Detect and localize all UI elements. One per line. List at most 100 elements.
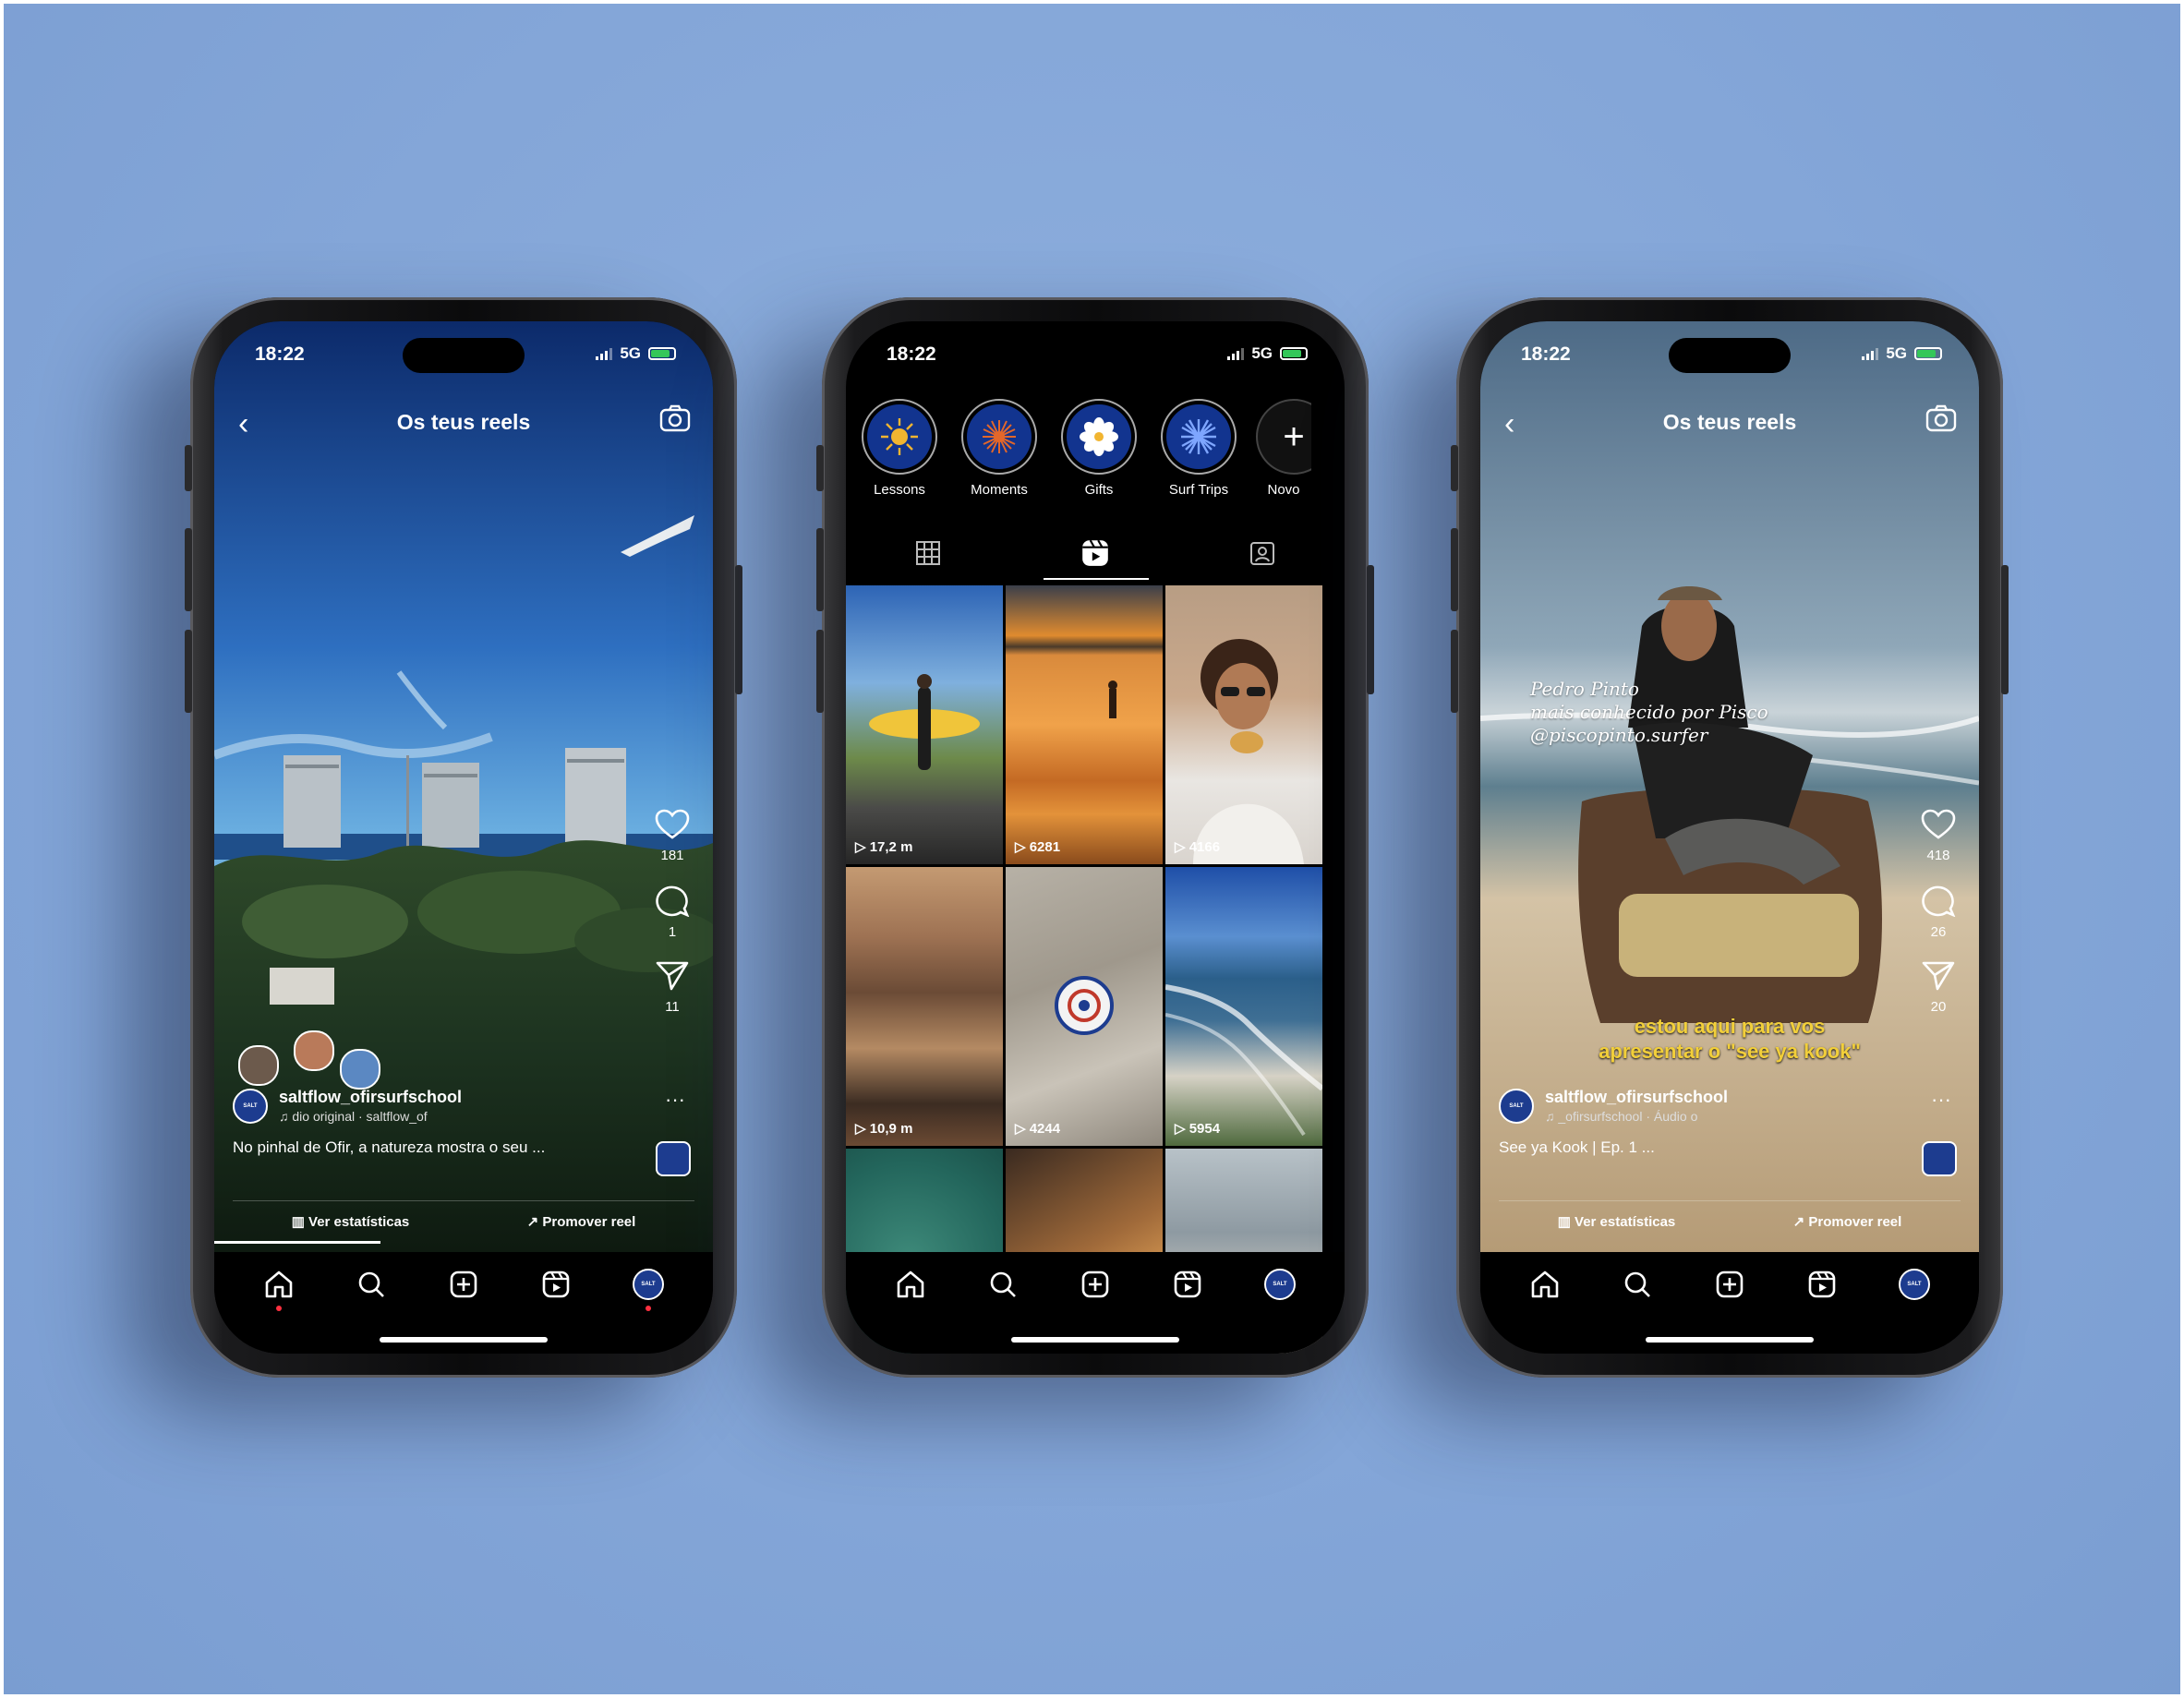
caption-text[interactable]: No pinhal de Ofir, a natureza mostra o s… <box>233 1138 694 1157</box>
likes-count: 181 <box>660 848 684 863</box>
audio-thumbnail[interactable] <box>1922 1141 1957 1176</box>
username[interactable]: saltflow_ofirsurfschool <box>1545 1088 1728 1107</box>
share-button[interactable]: 11 <box>645 960 700 1015</box>
comment-button[interactable]: 1 <box>645 884 700 940</box>
tab-tagged[interactable] <box>1249 539 1276 572</box>
collab-avatars[interactable] <box>238 1030 386 1090</box>
like-button[interactable]: 418 <box>1911 809 1966 863</box>
view-count-text: 4244 <box>1029 1121 1061 1137</box>
promote-reel-label: Promover reel <box>1808 1214 1902 1230</box>
nav-reels[interactable] <box>1801 1263 1843 1306</box>
send-icon <box>1922 961 1955 991</box>
subtitle-line: estou aqui para vos <box>1634 1015 1826 1038</box>
subtitle-line: apresentar o "see ya kook" <box>1599 1040 1861 1063</box>
view-count: ▷ 4244 <box>1015 1120 1060 1137</box>
reel-thumbnail-hands-sand[interactable]: ▷ 10,9 m <box>846 867 1003 1146</box>
audio-label[interactable]: ♫ _ofirsurfschool · Áudio o <box>1545 1109 1728 1124</box>
nav-reels[interactable] <box>535 1263 577 1306</box>
phone-screen: 18:22 5G ‹ Os teus reels Pedro Pinto mai… <box>1480 321 1979 1354</box>
bottom-nav: SALT <box>1480 1252 1979 1354</box>
nav-profile[interactable]: SALT <box>1259 1263 1301 1306</box>
more-options-icon[interactable]: ··· <box>665 1088 685 1112</box>
nav-search[interactable] <box>350 1263 392 1306</box>
profile-avatar[interactable]: SALT <box>1499 1088 1534 1124</box>
home-indicator[interactable] <box>380 1337 548 1343</box>
surfer-silhouette <box>1108 680 1117 718</box>
network-label: 5G <box>1886 344 1907 362</box>
nav-search[interactable] <box>1616 1263 1659 1306</box>
active-tab-indicator <box>1044 578 1149 580</box>
nav-profile[interactable]: SALT <box>1893 1263 1936 1306</box>
comment-button[interactable]: 26 <box>1911 884 1966 940</box>
view-count-text: 6281 <box>1029 839 1061 855</box>
send-icon <box>656 961 689 991</box>
hand-line: @piscopinto.surfer <box>1530 724 1708 746</box>
collab-avatar[interactable] <box>238 1045 279 1086</box>
view-count-text: 5954 <box>1189 1121 1221 1137</box>
share-button[interactable]: 20 <box>1911 960 1966 1015</box>
highlight-gifts[interactable]: Gifts <box>1056 399 1141 519</box>
view-count-text: 10,9 m <box>869 1121 913 1137</box>
more-options-icon[interactable]: ··· <box>1931 1088 1951 1112</box>
highlight-surf-trips[interactable]: Surf Trips <box>1156 399 1241 519</box>
highlight-label: Surf Trips <box>1168 482 1229 498</box>
phone-screen: 18:22 5G ‹ Os teus reels 181 1 11 SALT s… <box>214 321 713 1354</box>
highlight-lessons[interactable]: Lessons <box>857 399 942 519</box>
audio-thumbnail[interactable] <box>656 1141 691 1176</box>
reel-thumbnail-coastline[interactable]: ▷ 5954 <box>1165 867 1322 1146</box>
profile-avatar[interactable]: SALT <box>233 1088 268 1124</box>
home-icon <box>1531 1270 1559 1298</box>
search-icon <box>1624 1271 1650 1297</box>
home-indicator[interactable] <box>1646 1337 1814 1343</box>
video-subtitle: estou aqui para vos apresentar o "see ya… <box>1480 1014 1979 1064</box>
reel-thumbnail-logo-sand[interactable]: ▷ 4244 <box>1006 867 1163 1146</box>
profile-avatar-icon: SALT <box>1899 1269 1930 1300</box>
search-icon <box>358 1271 384 1297</box>
trend-arrow-icon: ↗ <box>526 1214 543 1230</box>
camera-icon[interactable] <box>659 404 691 437</box>
nav-create[interactable] <box>442 1263 485 1306</box>
view-stats-link[interactable]: ▥ Ver estatísticas <box>292 1213 410 1230</box>
view-count-text: 17,2 m <box>869 839 913 855</box>
username[interactable]: saltflow_ofirsurfschool <box>279 1088 462 1107</box>
tab-reels[interactable] <box>1080 537 1111 573</box>
nav-home[interactable] <box>1524 1263 1566 1306</box>
reel-thumbnail-man-eating[interactable]: ▷ 4166 <box>1165 585 1322 864</box>
nav-create[interactable] <box>1708 1263 1751 1306</box>
nav-home[interactable] <box>258 1263 300 1311</box>
hand-line: Pedro Pinto <box>1530 678 1639 700</box>
audio-label[interactable]: ♫ dio original · saltflow_of <box>279 1109 462 1124</box>
highlight-label: Gifts <box>1084 482 1114 498</box>
battery-icon <box>1280 347 1308 360</box>
status-time: 18:22 <box>255 343 305 365</box>
nav-search[interactable] <box>982 1263 1024 1306</box>
promote-reel-link[interactable]: ↗ Promover reel <box>1793 1213 1902 1230</box>
video-progress[interactable] <box>214 1241 380 1244</box>
notification-dot <box>276 1306 282 1311</box>
comments-count: 1 <box>668 924 677 940</box>
nav-create[interactable] <box>1074 1263 1116 1306</box>
tab-posts[interactable] <box>914 539 942 572</box>
collab-avatar[interactable] <box>294 1030 334 1071</box>
dynamic-island <box>1669 338 1791 373</box>
nav-home[interactable] <box>889 1263 932 1306</box>
reel-thumbnail-surfer-board[interactable]: ▷ 17,2 m <box>846 585 1003 864</box>
like-button[interactable]: 181 <box>645 809 700 863</box>
reel-thumbnail-sunset-surf[interactable]: ▷ 6281 <box>1006 585 1163 864</box>
view-stats-link[interactable]: ▥ Ver estatísticas <box>1558 1213 1676 1230</box>
highlight-label: Lessons <box>874 482 925 498</box>
highlight-new[interactable]: + Novo <box>1256 399 1311 519</box>
reels-icon <box>1808 1270 1836 1298</box>
highlight-moments[interactable]: Moments <box>957 399 1042 519</box>
nav-reels[interactable] <box>1166 1263 1209 1306</box>
promote-reel-link[interactable]: ↗ Promover reel <box>527 1213 636 1230</box>
caption-text[interactable]: See ya Kook | Ep. 1 ... <box>1499 1138 1961 1157</box>
nav-profile[interactable]: SALT <box>627 1263 670 1311</box>
school-logo <box>1055 976 1114 1035</box>
likes-count: 418 <box>1926 848 1950 863</box>
flower-icon <box>1080 417 1118 456</box>
camera-icon[interactable] <box>1925 404 1957 437</box>
collab-avatar[interactable] <box>340 1049 380 1090</box>
highlight-label: Novo <box>1267 482 1300 498</box>
home-indicator[interactable] <box>1011 1337 1179 1343</box>
